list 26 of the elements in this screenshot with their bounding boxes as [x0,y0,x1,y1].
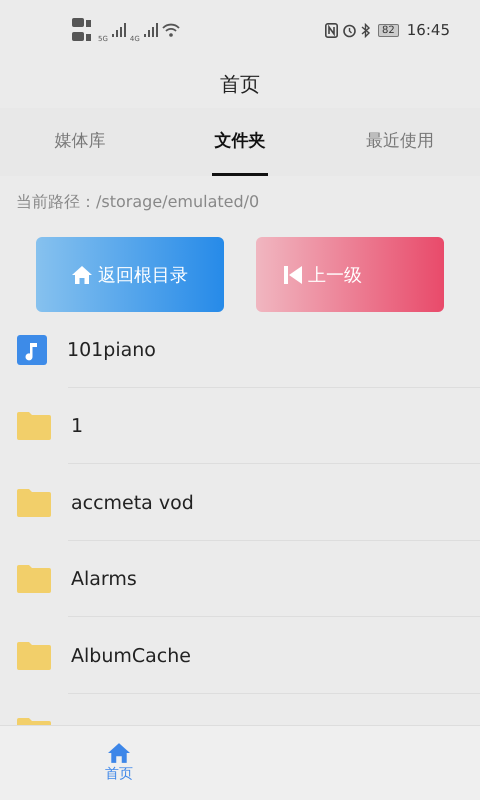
clock-time: 16:45 [406,21,450,39]
file-name: Alarms [71,568,137,590]
file-name: 1 [71,415,84,438]
signal-icon [144,23,158,37]
page-title: 首页 [219,71,261,98]
signal-icon [112,23,126,37]
tab[interactable]: 最近使用 [320,108,480,176]
home-icon [108,743,130,763]
folder-icon [17,488,51,517]
folder-icon [17,412,51,440]
alarm-icon [342,22,358,38]
music-note-icon [17,334,47,365]
skip-back-icon [284,266,302,284]
battery-icon: 82 [378,24,399,36]
home-icon [72,266,92,284]
tab[interactable]: 媒体库 [0,108,160,176]
file-name: AlbumCache [71,644,191,667]
folder-icon [17,642,51,670]
bluetooth-icon [361,22,370,38]
wifi-icon [162,23,180,37]
current-path: 当前路径：/storage/emulated/0 [15,191,260,213]
nfc-icon [325,22,338,38]
folder-icon [17,565,51,594]
hd-icon [72,17,94,43]
file-name: 101piano [67,338,156,361]
file-name: accmeta vod [71,492,194,514]
